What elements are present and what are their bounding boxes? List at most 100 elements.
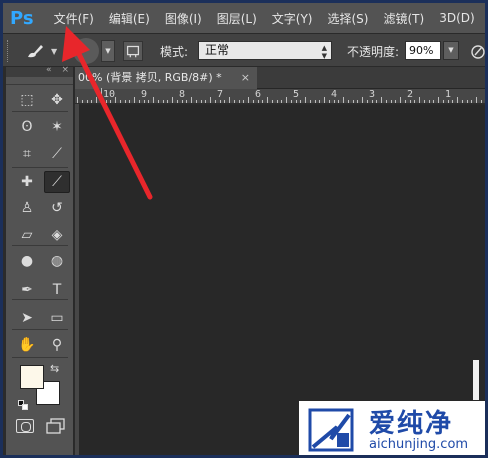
ruler-tick: [134, 97, 135, 103]
tools-separator: [12, 299, 68, 300]
mode-label: 模式:: [160, 45, 189, 59]
airbrush-icon[interactable]: [469, 42, 485, 60]
clone-stamp-tool-icon[interactable]: ♙: [14, 197, 40, 219]
ruler-tick: [196, 100, 197, 103]
menu-filter[interactable]: 滤镜(T): [383, 10, 424, 27]
ruler-tick: [391, 100, 392, 103]
default-colors-icon[interactable]: [18, 395, 28, 410]
history-brush-tool-icon[interactable]: ↺: [44, 197, 70, 219]
brush-tool-icon[interactable]: ⟋: [44, 171, 70, 193]
ruler-label: 8: [179, 89, 186, 100]
menu-select[interactable]: 选择(S): [328, 10, 369, 27]
tools-separator: [12, 245, 68, 246]
healing-brush-tool-icon[interactable]: ✚: [14, 171, 40, 193]
select-arrows-icon: ▲ ▼: [321, 44, 327, 60]
ruler-tick: [239, 100, 240, 103]
ruler-tick: [348, 100, 349, 103]
ruler-label: 5: [293, 89, 300, 100]
eyedropper-tool-icon[interactable]: ⟋: [44, 143, 70, 165]
ruler-tick: [334, 100, 335, 103]
ruler-tick: [110, 100, 111, 103]
eraser-tool-icon[interactable]: ▱: [14, 224, 40, 246]
close-panel-icon[interactable]: ×: [61, 65, 69, 75]
blend-mode-select[interactable]: 正常 ▲ ▼: [198, 41, 332, 60]
ruler-tick: [462, 100, 463, 103]
swap-colors-icon[interactable]: ⇆: [50, 362, 59, 375]
ruler-tick: [448, 100, 449, 103]
brush-size-dropdown-icon[interactable]: ▼: [101, 40, 115, 62]
brush-panel-toggle-button[interactable]: [123, 41, 143, 61]
brush-size-preview[interactable]: [73, 38, 99, 64]
ruler-label: 10: [103, 89, 116, 100]
close-tab-icon[interactable]: ×: [241, 67, 250, 89]
ruler-label: 9: [141, 89, 148, 100]
menu-3d[interactable]: 3D(D): [439, 11, 474, 25]
ruler-tick: [172, 97, 173, 103]
ruler-tick: [191, 97, 192, 103]
menu-file[interactable]: 文件(F): [54, 10, 94, 27]
lasso-tool-icon[interactable]: ʘ: [14, 116, 40, 138]
ruler-tick: [305, 97, 306, 103]
watermark: 爱纯净 aichunjing.com: [299, 401, 485, 455]
ruler-tick: [291, 100, 292, 103]
ruler-tick: [277, 100, 278, 103]
ruler-tick: [386, 100, 387, 103]
opacity-dropdown-icon[interactable]: ▼: [443, 41, 459, 60]
tools-panel-header[interactable]: « ×: [6, 65, 73, 77]
ruler-tick: [234, 100, 235, 103]
ruler-tick: [186, 100, 187, 103]
ruler-tick: [452, 100, 453, 103]
watermark-name: 爱纯净: [369, 409, 454, 439]
ruler-tick: [243, 100, 244, 103]
hand-tool-icon[interactable]: ✋: [14, 334, 40, 356]
tools-separator: [12, 111, 68, 112]
ruler-label: 6: [255, 89, 262, 100]
ruler-tick: [400, 97, 401, 103]
dodge-tool-icon[interactable]: ◍: [44, 250, 70, 272]
ruler-tick: [153, 97, 154, 103]
options-grip[interactable]: [7, 40, 10, 62]
opacity-input[interactable]: 90%: [405, 41, 441, 60]
quick-mask-icon[interactable]: [16, 419, 34, 433]
tools-panel-grip[interactable]: [6, 77, 73, 85]
ruler-tick: [258, 100, 259, 103]
path-selection-tool-icon[interactable]: ➤: [14, 307, 40, 329]
ruler-tick: [433, 100, 434, 103]
screen-mode-icon[interactable]: [46, 418, 66, 434]
ruler-tick: [201, 100, 202, 103]
tools-separator: [12, 357, 68, 358]
menu-type[interactable]: 文字(Y): [272, 10, 313, 27]
ruler-label: 7: [217, 89, 224, 100]
ruler-tick: [177, 100, 178, 103]
blur-tool-icon[interactable]: ●: [14, 250, 40, 272]
ruler-tick: [357, 100, 358, 103]
ruler-tick: [167, 100, 168, 103]
ruler-tick: [106, 100, 107, 103]
zoom-tool-icon[interactable]: ⚲: [44, 334, 70, 356]
paint-bucket-tool-icon[interactable]: ◈: [44, 224, 70, 246]
rectangle-tool-icon[interactable]: ▭: [44, 307, 70, 329]
menu-bar: Ps 文件(F) 编辑(E) 图像(I) 图层(L) 文字(Y) 选择(S) 滤…: [3, 3, 485, 33]
crop-tool-icon[interactable]: ⌗: [14, 143, 40, 165]
photoshop-window: Ps 文件(F) 编辑(E) 图像(I) 图层(L) 文字(Y) 选择(S) 滤…: [3, 3, 485, 455]
type-tool-icon[interactable]: T: [44, 279, 70, 301]
collapse-panel-icon[interactable]: «: [46, 65, 52, 75]
ruler-tick: [476, 97, 477, 103]
move-tool-icon[interactable]: ✥: [44, 89, 70, 111]
ruler-tick: [96, 97, 97, 103]
foreground-color-swatch[interactable]: [20, 365, 44, 389]
ruler-tick: [163, 100, 164, 103]
menu-layer[interactable]: 图层(L): [217, 10, 257, 27]
menu-edit[interactable]: 编辑(E): [109, 10, 150, 27]
marquee-tool-icon[interactable]: ⬚: [14, 89, 40, 111]
pen-tool-icon[interactable]: ✒: [14, 279, 40, 301]
tools-panel: « × ⇆ ⬚ ✥ ʘ ✶ ⌗ ⟋ ✚ ⟋ ♙ ↺ ▱ ◈ ● ◍ ✒ T ➤ ▭ ✋ ⚲: [6, 65, 74, 455]
ruler-tick: [343, 97, 344, 103]
document-tab[interactable]: 00% (背景 拷贝, RGB/8#) * ×: [75, 67, 257, 89]
brush-preset-dropdown-icon[interactable]: ▼: [51, 47, 57, 56]
brush-preset-icon[interactable]: [25, 42, 45, 60]
menu-image[interactable]: 图像(I): [165, 10, 202, 27]
ruler-tick: [324, 97, 325, 103]
ruler-tick: [262, 100, 263, 103]
magic-wand-tool-icon[interactable]: ✶: [44, 116, 70, 138]
